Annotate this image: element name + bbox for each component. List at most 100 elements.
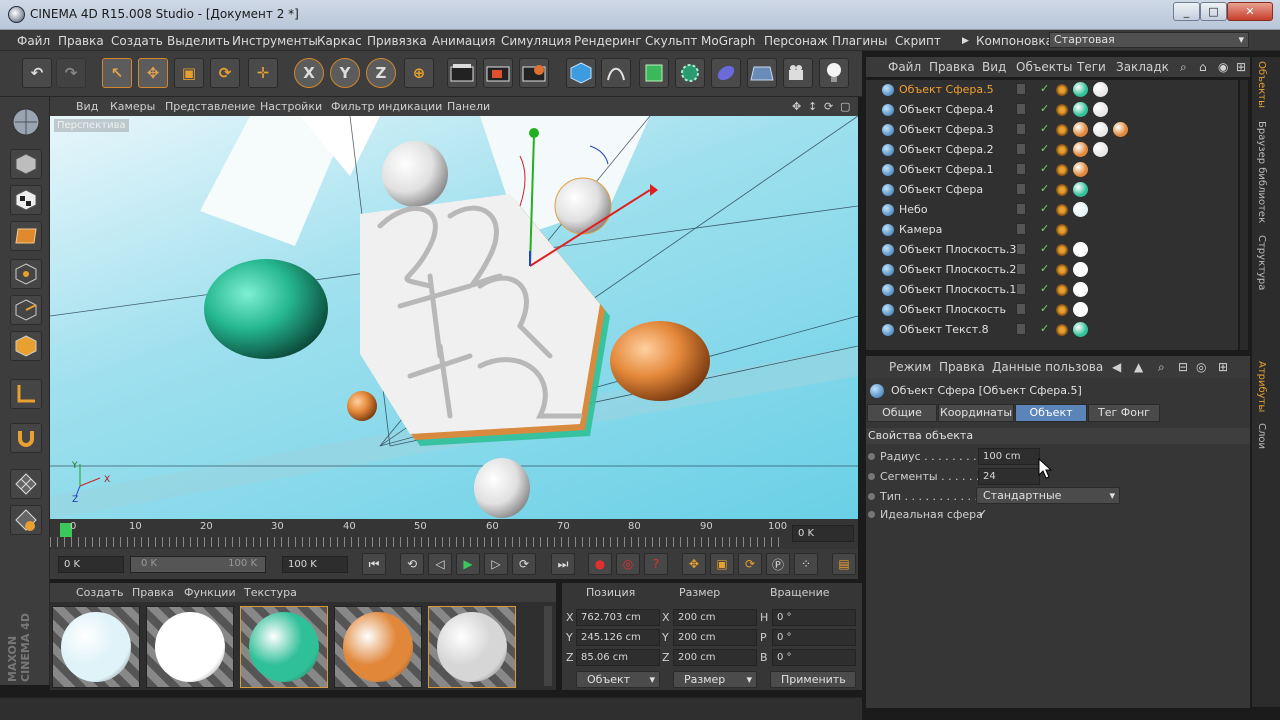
object-name[interactable]: Объект Сфера.1 — [899, 163, 994, 176]
apply-button[interactable]: Применить — [770, 671, 856, 688]
type-dropdown[interactable]: Стандартные ▾ — [976, 487, 1120, 504]
end-frame-field[interactable]: 100 K — [282, 556, 348, 573]
obj-menu-view[interactable]: Вид — [982, 60, 1006, 74]
new-panel-icon[interactable]: ⊞ — [1218, 360, 1228, 374]
object-name[interactable]: Объект Плоскость.2 — [899, 263, 1016, 276]
next-key-icon[interactable]: ⟳ — [512, 553, 536, 575]
search-icon[interactable]: ⌕ — [1180, 60, 1187, 75]
magnet-icon[interactable] — [10, 423, 42, 453]
materials-scrollbar[interactable] — [544, 606, 552, 686]
preview-range-slider[interactable]: 0 K 100 K — [130, 556, 266, 573]
redo-button[interactable]: ↷ — [56, 58, 86, 88]
tab-object[interactable]: Объект — [1015, 404, 1087, 422]
cube-icon[interactable] — [566, 58, 596, 88]
move-tool-button[interactable]: ✥ — [138, 58, 168, 88]
position-y-field[interactable]: 245.126 cm — [576, 629, 660, 646]
menu-snap[interactable]: Привязка — [367, 34, 427, 48]
timeline-window-icon[interactable]: ▤ — [832, 553, 856, 575]
world-coords-button[interactable]: ⊕ — [404, 58, 434, 88]
segments-field[interactable]: 24 — [978, 468, 1040, 485]
obj-menu-objects[interactable]: Объекты — [1016, 60, 1072, 74]
record-keys-icon[interactable]: ● — [588, 553, 612, 575]
points-mode-icon[interactable] — [10, 259, 42, 289]
previous-key-icon[interactable]: ⟲ — [400, 553, 424, 575]
texture-mode-icon[interactable] — [10, 185, 42, 215]
menu-file[interactable]: Файл — [17, 34, 50, 48]
object-name[interactable]: Объект Текст.8 — [899, 323, 989, 336]
vp-menu-view[interactable]: Вид — [76, 100, 98, 113]
visibility-toggle[interactable] — [1016, 323, 1026, 335]
new-panel-icon[interactable]: ⊞ — [1236, 60, 1246, 74]
vp-menu-filter[interactable]: Фильтр индикации — [331, 100, 442, 113]
3d-viewport[interactable]: Y X Z Перспектива — [50, 116, 858, 519]
up-arrow-icon[interactable]: ▲ — [1134, 360, 1143, 374]
object-name[interactable]: Объект Сфера.3 — [899, 123, 994, 136]
tab-basic[interactable]: Общие — [867, 404, 937, 422]
array-icon[interactable] — [675, 58, 705, 88]
material-tag-icon[interactable] — [1093, 122, 1108, 137]
material-tag-icon[interactable] — [1093, 142, 1108, 157]
obj-menu-file[interactable]: Файл — [888, 60, 921, 74]
side-tab-structure[interactable]: Структура — [1256, 235, 1267, 290]
object-list-row[interactable]: Объект Сфера.2 ✓ — [866, 140, 1238, 160]
visibility-toggle[interactable] — [1016, 303, 1026, 315]
layout-dropdown[interactable]: Стартовая ▾ — [1049, 32, 1249, 48]
visibility-toggle[interactable] — [1016, 263, 1026, 275]
workplane-lock-icon[interactable] — [10, 505, 42, 535]
object-name[interactable]: Объект Сфера — [899, 183, 983, 196]
rotation-h-field[interactable]: 0 ° — [772, 609, 856, 626]
previous-frame-icon[interactable]: ◁ — [428, 553, 452, 575]
material-swatch[interactable] — [334, 606, 422, 688]
go-to-start-icon[interactable]: ⏮ — [362, 553, 386, 575]
material-tag-icon[interactable] — [1073, 262, 1088, 277]
mat-menu-function[interactable]: Функции — [184, 586, 236, 599]
material-tag-icon[interactable] — [1093, 82, 1108, 97]
tab-coordinates[interactable]: Координаты — [938, 404, 1014, 422]
visibility-toggle[interactable] — [1016, 223, 1026, 235]
material-tag-icon[interactable] — [1073, 202, 1088, 217]
phong-tag-icon[interactable] — [1056, 264, 1068, 276]
key-parameter-icon[interactable]: Ⓟ — [766, 553, 790, 575]
minimize-button[interactable]: _ — [1173, 2, 1200, 21]
obj-menu-bookmarks[interactable]: Закладк — [1116, 60, 1169, 74]
last-tool-button[interactable]: ✛ — [248, 58, 278, 88]
material-tag-icon[interactable] — [1073, 182, 1088, 197]
coords-mode-dropdown[interactable]: Объект ▾ — [576, 671, 660, 688]
object-name[interactable]: Небо — [899, 203, 928, 216]
material-tag-icon[interactable] — [1073, 122, 1088, 137]
maximize-button[interactable]: □ — [1200, 2, 1227, 21]
search-icon[interactable]: ⌕ — [1158, 360, 1165, 375]
enabled-check-icon[interactable]: ✓ — [1040, 202, 1049, 215]
key-scale-icon[interactable]: ▣ — [710, 553, 734, 575]
enabled-check-icon[interactable]: ✓ — [1040, 82, 1049, 95]
model-mode-icon[interactable] — [10, 149, 42, 179]
position-x-field[interactable]: 762.703 cm — [576, 609, 660, 626]
perfect-sphere-anim-dot[interactable] — [868, 511, 875, 518]
attr-menu-mode[interactable]: Режим — [889, 360, 931, 374]
phong-tag-icon[interactable] — [1056, 204, 1068, 216]
object-name[interactable]: Объект Плоскость.1 — [899, 283, 1016, 296]
autokey-icon[interactable]: ◎ — [616, 553, 640, 575]
radius-anim-dot[interactable] — [868, 453, 875, 460]
menu-plugins[interactable]: Плагины — [832, 34, 887, 48]
type-anim-dot[interactable] — [868, 493, 875, 500]
z-axis-lock-button[interactable]: Z — [366, 58, 396, 88]
phong-tag-icon[interactable] — [1056, 164, 1068, 176]
visibility-toggle[interactable] — [1016, 283, 1026, 295]
menu-mesh[interactable]: Каркас — [317, 34, 362, 48]
enabled-check-icon[interactable]: ✓ — [1040, 102, 1049, 115]
object-list-row[interactable]: Объект Сфера ✓ — [866, 180, 1238, 200]
material-swatch[interactable] — [240, 606, 328, 688]
object-name[interactable]: Объект Сфера.5 — [899, 83, 994, 96]
spline-pen-icon[interactable] — [601, 58, 631, 88]
mat-menu-texture[interactable]: Текстура — [244, 586, 297, 599]
object-name[interactable]: Объект Сфера.4 — [899, 103, 994, 116]
position-z-field[interactable]: 85.06 cm — [576, 649, 660, 666]
menu-animate[interactable]: Анимация — [432, 34, 495, 48]
size-x-field[interactable]: 200 cm — [673, 609, 757, 626]
maximize-view-icon[interactable]: ▢ — [840, 100, 850, 113]
enabled-check-icon[interactable]: ✓ — [1040, 282, 1049, 295]
visibility-toggle[interactable] — [1016, 103, 1026, 115]
menu-edit[interactable]: Правка — [58, 34, 104, 48]
render-region-icon[interactable] — [483, 58, 513, 88]
